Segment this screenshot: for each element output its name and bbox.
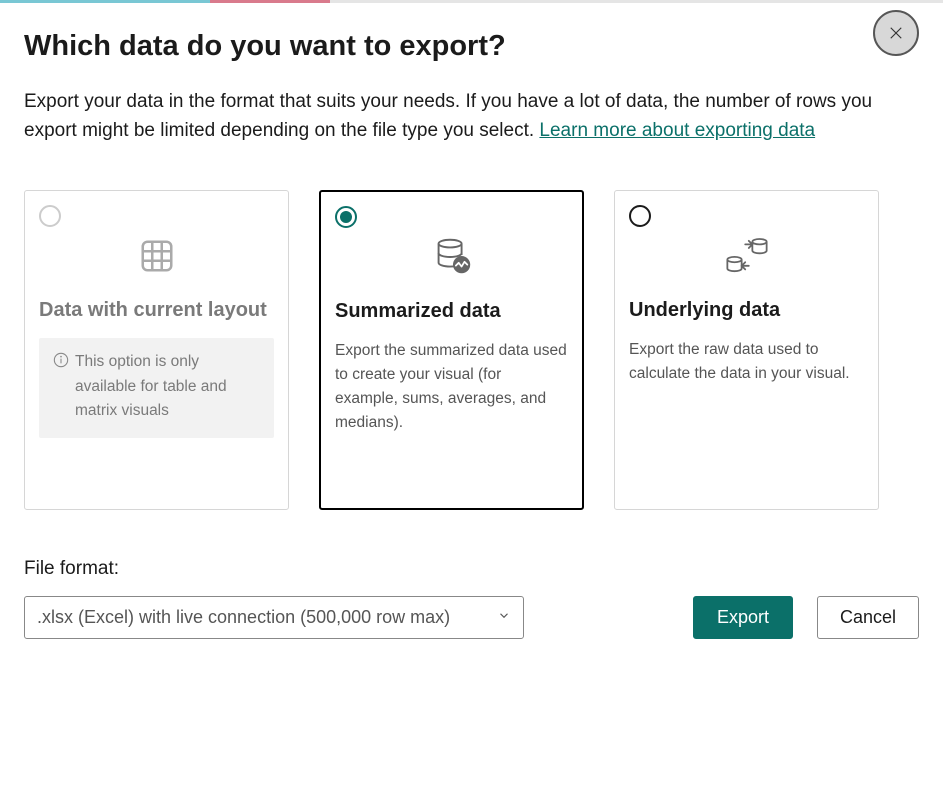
option-description: Export the summarized data used to creat… [335, 339, 568, 435]
option-summarized-data[interactable]: Summarized data Export the summarized da… [319, 190, 584, 510]
file-format-select[interactable]: .xlsx (Excel) with live connection (500,… [24, 596, 524, 639]
learn-more-link[interactable]: Learn more about exporting data [539, 120, 815, 141]
option-title: Data with current layout [39, 299, 274, 322]
export-button[interactable]: Export [693, 596, 793, 639]
option-title: Underlying data [629, 299, 864, 322]
radio-underlying[interactable] [629, 205, 651, 227]
dialog-description: Export your data in the format that suit… [24, 87, 884, 146]
radio-summarized[interactable] [335, 206, 357, 228]
radio-current-layout [39, 205, 61, 227]
option-underlying-data[interactable]: Underlying data Export the raw data used… [614, 190, 879, 510]
table-icon [138, 237, 176, 275]
info-text: This option is only available for table … [75, 350, 260, 424]
database-transfer-icon [722, 233, 772, 279]
option-title: Summarized data [335, 300, 568, 323]
database-summary-icon [429, 234, 475, 280]
chevron-down-icon [497, 607, 511, 628]
info-icon [53, 352, 69, 368]
dialog-footer: Export Cancel [693, 596, 919, 639]
option-data-current-layout: Data with current layout This option is … [24, 190, 289, 510]
close-button[interactable] [873, 10, 919, 56]
file-format-label: File format: [24, 558, 919, 580]
file-format-selected-value: .xlsx (Excel) with live connection (500,… [37, 607, 450, 628]
export-options-row: Data with current layout This option is … [24, 190, 919, 510]
export-data-dialog: Which data do you want to export? Export… [0, 0, 943, 663]
close-icon [887, 24, 905, 42]
info-message: This option is only available for table … [39, 338, 274, 438]
cancel-button[interactable]: Cancel [817, 596, 919, 639]
option-description: Export the raw data used to calculate th… [629, 338, 864, 386]
dialog-title: Which data do you want to export? [24, 30, 919, 63]
